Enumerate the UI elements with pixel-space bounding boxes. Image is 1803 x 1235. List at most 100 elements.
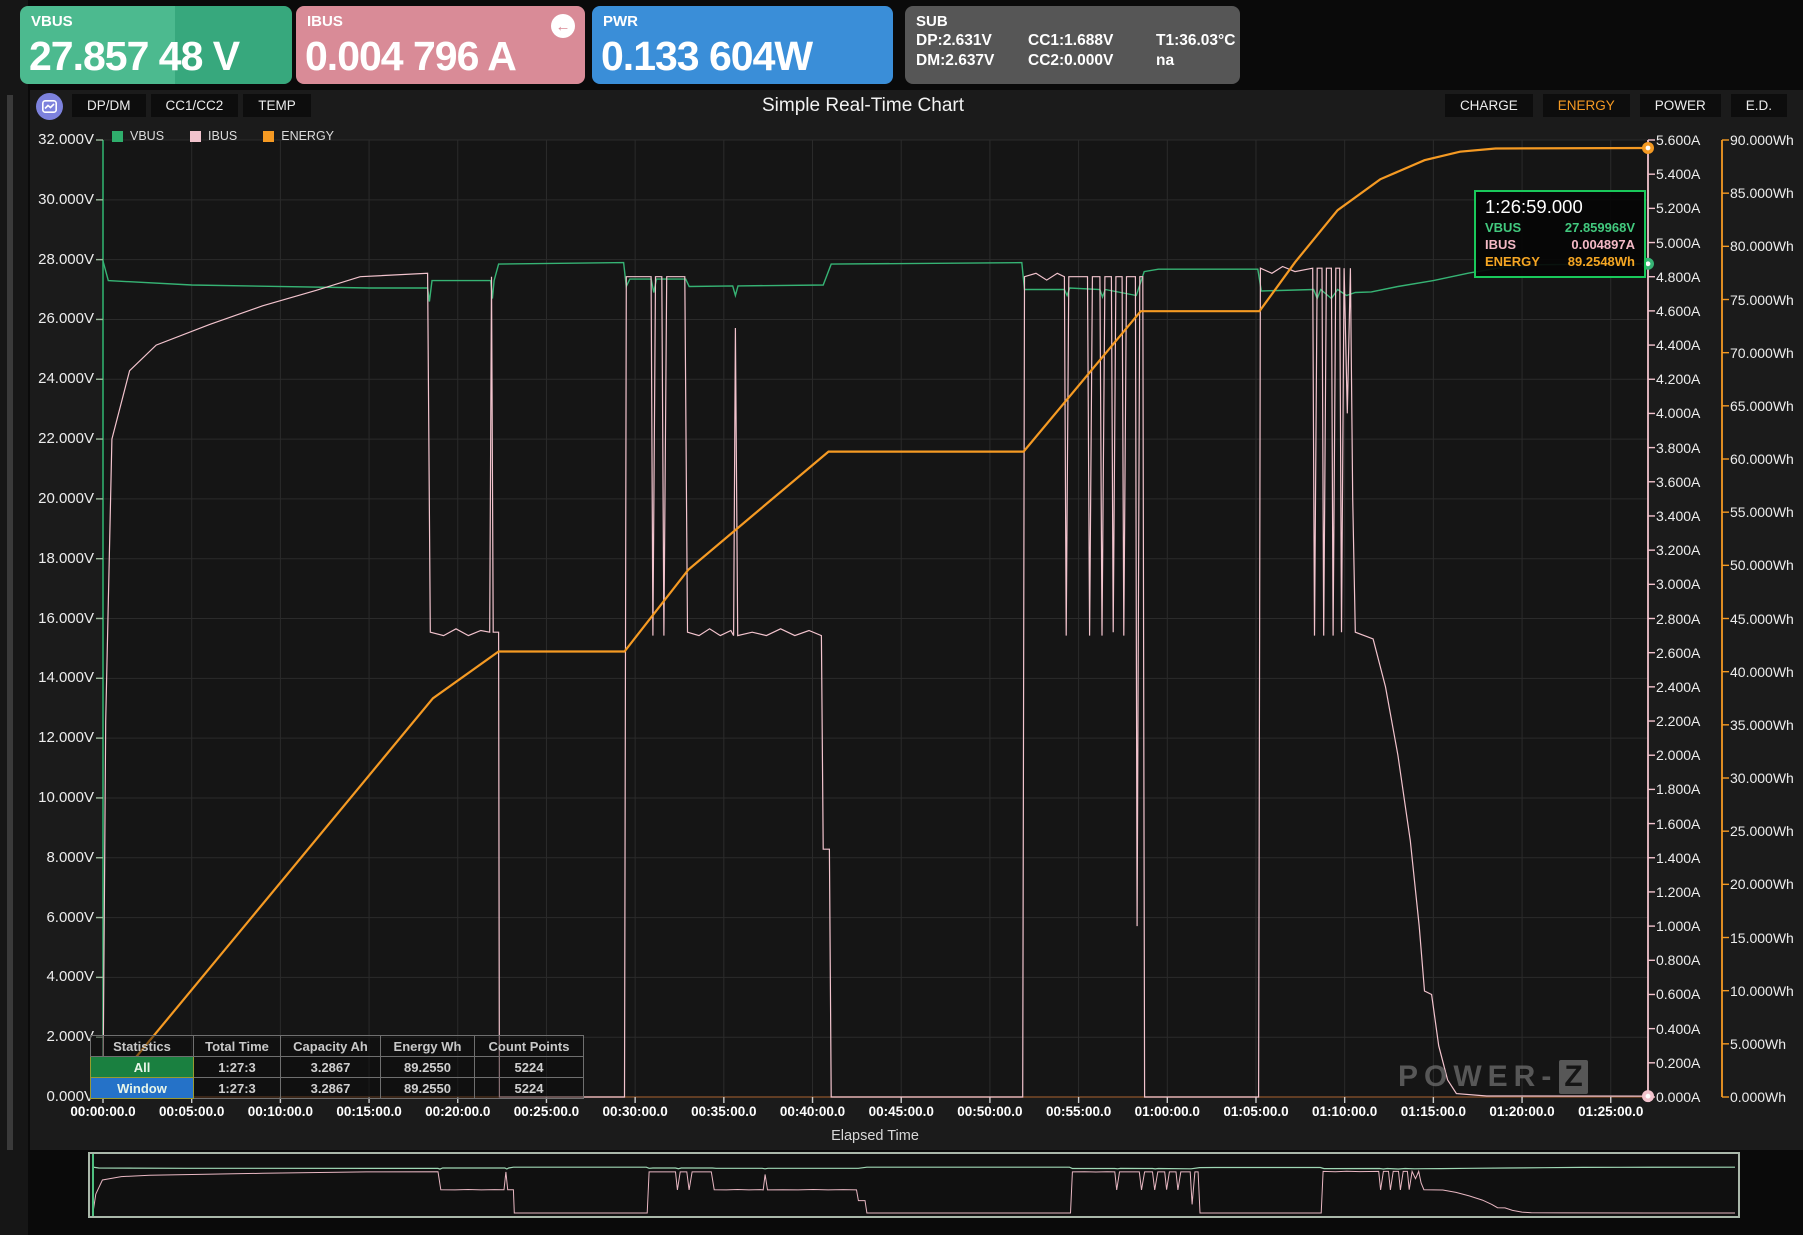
sub-values-row2: DM:2.637VCC2:0.000Vna (916, 52, 1240, 70)
vbus-card-label: VBUS (31, 13, 73, 30)
y-axis-label-wh: 35.000Wh (1730, 717, 1794, 733)
tooltip-row: IBUS0.004897A (1485, 236, 1635, 253)
x-axis-label: 01:05:00.0 (1223, 1104, 1288, 1119)
y-axis-label-wh: 55.000Wh (1730, 504, 1794, 520)
y-axis-label-wh: 25.000Wh (1730, 823, 1794, 839)
tab-temp[interactable]: TEMP (243, 94, 311, 117)
stats-cell: 89.2550 (381, 1057, 475, 1078)
x-axis-label: 00:20:00.0 (425, 1104, 490, 1119)
y-axis-label-wh: 75.000Wh (1730, 292, 1794, 308)
y-axis-label-v: 28.000V (16, 251, 94, 268)
tab-cc1-cc2[interactable]: CC1/CC2 (151, 94, 239, 117)
y-axis-label-wh: 10.000Wh (1730, 983, 1794, 999)
y-axis-label-wh: 50.000Wh (1730, 557, 1794, 573)
y-axis-label-a: 3.400A (1656, 508, 1700, 524)
y-axis-label-v: 2.000V (16, 1028, 94, 1045)
sub-value: T1:36.03°C (1156, 32, 1240, 50)
y-axis-label-a: 2.000A (1656, 747, 1700, 763)
sub-value: CC1:1.688V (1028, 32, 1156, 50)
stats-cell: 5224 (475, 1057, 584, 1078)
y-axis-label-v: 24.000V (16, 370, 94, 387)
right-tab-group: CHARGE ENERGY POWER E.D. (1445, 94, 1787, 117)
chart-tooltip: 1:26:59.000 VBUS27.859968VIBUS0.004897AE… (1474, 190, 1646, 278)
timeline-minimap[interactable] (88, 1152, 1740, 1218)
legend-label: VBUS (130, 129, 164, 143)
y-axis-label-v: 30.000V (16, 191, 94, 208)
power-z-app: VBUS 27.857 48 V IBUS ← 0.004 796 A PWR … (0, 0, 1803, 1235)
x-axis-label: 00:05:00.0 (159, 1104, 224, 1119)
stats-header-cell: Statistics (91, 1036, 194, 1057)
y-axis-label-a: 4.400A (1656, 337, 1700, 353)
y-axis-label-wh: 5.000Wh (1730, 1036, 1786, 1052)
stats-row-label[interactable]: Window (91, 1078, 194, 1099)
tab-power[interactable]: POWER (1640, 94, 1721, 117)
y-axis-label-v: 14.000V (16, 669, 94, 686)
stats-row-window: Window1:27:33.286789.25505224 (91, 1078, 584, 1099)
ibus-metric-card: IBUS ← 0.004 796 A (296, 6, 585, 84)
chart-legend: VBUS IBUS ENERGY (112, 129, 334, 143)
y-axis-label-wh: 65.000Wh (1730, 398, 1794, 414)
chart-app-icon[interactable] (36, 93, 63, 120)
tab-energy[interactable]: ENERGY (1543, 94, 1630, 117)
chart-title: Simple Real-Time Chart (762, 95, 964, 117)
pwr-card-label: PWR (603, 13, 638, 30)
arrow-left-circle-icon[interactable]: ← (551, 14, 575, 38)
stats-header-cell: Count Points (475, 1036, 584, 1057)
pwr-card-value: 0.133 604W (601, 33, 812, 80)
x-axis-label: 00:55:00.0 (1046, 1104, 1111, 1119)
pwr-metric-card: PWR 0.133 604W (592, 6, 893, 84)
legend-label: ENERGY (281, 129, 334, 143)
y-axis-label-wh: 15.000Wh (1730, 930, 1794, 946)
statistics-table: StatisticsTotal TimeCapacity AhEnergy Wh… (90, 1035, 584, 1099)
sub-value: DM:2.637V (916, 52, 1028, 70)
y-axis-label-wh: 30.000Wh (1730, 770, 1794, 786)
tab-e-d-[interactable]: E.D. (1731, 94, 1787, 117)
tab-charge[interactable]: CHARGE (1445, 94, 1533, 117)
legend-item-vbus[interactable]: VBUS (112, 129, 164, 143)
x-axis-label: 00:00:00.0 (70, 1104, 135, 1119)
y-axis-label-a: 3.600A (1656, 474, 1700, 490)
y-axis-label-v: 8.000V (16, 849, 94, 866)
plot-area[interactable] (103, 140, 1648, 1097)
y-axis-label-wh: 0.000Wh (1730, 1089, 1786, 1105)
stats-header-cell: Energy Wh (381, 1036, 475, 1057)
x-axis-label: 01:20:00.0 (1489, 1104, 1554, 1119)
y-axis-label-wh: 85.000Wh (1730, 185, 1794, 201)
y-axis-label-a: 0.400A (1656, 1021, 1700, 1037)
x-axis-label: 00:50:00.0 (957, 1104, 1022, 1119)
x-axis-label: 01:00:00.0 (1135, 1104, 1200, 1119)
tooltip-time: 1:26:59.000 (1485, 196, 1635, 218)
x-axis-label: 00:10:00.0 (248, 1104, 313, 1119)
x-axis-label: 00:40:00.0 (780, 1104, 845, 1119)
y-axis-label-a: 4.200A (1656, 371, 1700, 387)
legend-item-ibus[interactable]: IBUS (190, 129, 237, 143)
tab-bar: DP/DMCC1/CC2TEMP Simple Real-Time Chart … (30, 92, 1803, 122)
sub-value: na (1156, 52, 1240, 70)
watermark-z-logo: Z (1559, 1060, 1587, 1094)
stats-cell: 89.2550 (381, 1078, 475, 1099)
sub-metric-card: SUB DP:2.631VCC1:1.688VT1:36.03°C DM:2.6… (905, 6, 1240, 84)
left-tab-group: DP/DMCC1/CC2TEMP (72, 94, 311, 117)
y-axis-label-a: 5.400A (1656, 166, 1700, 182)
stats-row-label[interactable]: All (91, 1057, 194, 1078)
stats-header-row: StatisticsTotal TimeCapacity AhEnergy Wh… (91, 1036, 584, 1057)
tab-dp-dm[interactable]: DP/DM (72, 94, 146, 117)
stats-cell: 5224 (475, 1078, 584, 1099)
legend-item-energy[interactable]: ENERGY (263, 129, 334, 143)
y-axis-label-a: 0.200A (1656, 1055, 1700, 1071)
x-axis-label: 00:15:00.0 (336, 1104, 401, 1119)
y-axis-label-v: 6.000V (16, 909, 94, 926)
x-axis-label: 01:10:00.0 (1312, 1104, 1377, 1119)
y-axis-label-wh: 40.000Wh (1730, 664, 1794, 680)
y-axis-label-a: 5.000A (1656, 235, 1700, 251)
x-axis-label: 01:15:00.0 (1401, 1104, 1466, 1119)
y-axis-label-v: 0.000V (16, 1088, 94, 1105)
stats-header-cell: Total Time (194, 1036, 281, 1057)
vbus-metric-card: VBUS 27.857 48 V (20, 6, 292, 84)
x-axis-label: 00:35:00.0 (691, 1104, 756, 1119)
y-axis-label-a: 3.200A (1656, 542, 1700, 558)
y-axis-label-wh: 90.000Wh (1730, 132, 1794, 148)
y-axis-label-v: 22.000V (16, 430, 94, 447)
power-z-watermark: POWER-Z (1398, 1060, 1588, 1094)
y-axis-label-v: 16.000V (16, 610, 94, 627)
